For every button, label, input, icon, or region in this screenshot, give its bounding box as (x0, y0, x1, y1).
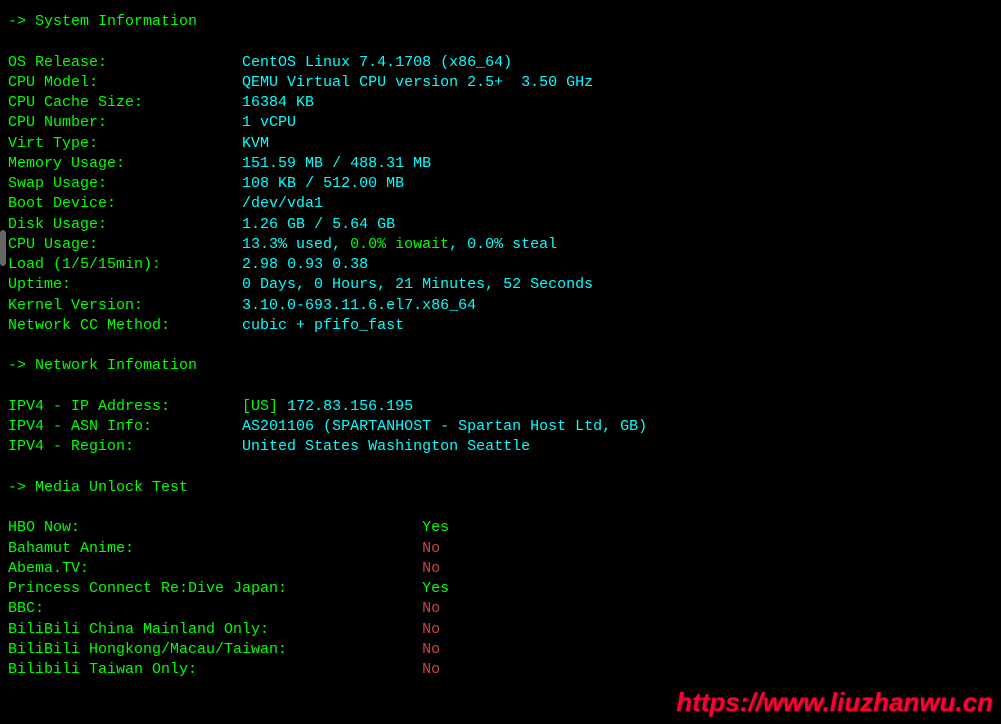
value-load-15: 0.38 (332, 256, 368, 273)
media-row: HBO Now: Yes (8, 518, 993, 538)
value-cpu-iowait: 0.0% iowait (350, 236, 449, 253)
media-result: No (422, 621, 440, 638)
value-cpu-steal: 0.0% steal (467, 236, 557, 253)
label-cpu-model: CPU Model: (8, 74, 242, 91)
media-row: Princess Connect Re:Dive Japan: Yes (8, 579, 993, 599)
media-result: No (422, 661, 440, 678)
media-result: No (422, 641, 440, 658)
media-label: HBO Now: (8, 519, 422, 536)
media-result: No (422, 540, 440, 557)
value-ipv4-country: [US] (242, 398, 287, 415)
value-virt-type: KVM (242, 135, 269, 152)
scrollbar-thumb[interactable] (0, 230, 6, 266)
value-swap-total: 512.00 MB (323, 175, 404, 192)
media-label: BiliBili Hongkong/Macau/Taiwan: (8, 641, 422, 658)
media-row: Bahamut Anime: No (8, 539, 993, 559)
media-row: Abema.TV: No (8, 559, 993, 579)
media-label: Bahamut Anime: (8, 540, 422, 557)
media-label: Bilibili Taiwan Only: (8, 661, 422, 678)
value-cpu-cache: 16384 KB (242, 94, 314, 111)
terminal-output: -> System Information OS Release: CentOS… (8, 12, 993, 680)
label-cpu-usage: CPU Usage: (8, 236, 242, 253)
media-result: Yes (422, 580, 449, 597)
section-header-system: -> System Information (8, 13, 197, 30)
label-os-release: OS Release: (8, 54, 242, 71)
media-result: No (422, 600, 440, 617)
value-load-5: 0.93 (287, 256, 332, 273)
value-cpu-model: QEMU Virtual CPU version 2.5+ 3.50 GHz (242, 74, 593, 91)
label-swap: Swap Usage: (8, 175, 242, 192)
value-memory-used: 151.59 MB (242, 155, 323, 172)
value-disk-used: 1.26 GB (242, 216, 305, 233)
value-kernel: 3.10.0-693.11.6.el7.x86_64 (242, 297, 476, 314)
media-result: No (422, 560, 440, 577)
section-header-media: -> Media Unlock Test (8, 479, 188, 496)
value-cpu-used: 13.3% used (242, 236, 332, 253)
value-ipv4-region: United States Washington Seattle (242, 438, 530, 455)
value-ipv4-address: 172.83.156.195 (287, 398, 413, 415)
value-swap-used: 108 KB (242, 175, 296, 192)
media-label: Abema.TV: (8, 560, 422, 577)
value-uptime: 0 Days, 0 Hours, 21 Minutes, 52 Seconds (242, 276, 593, 293)
media-label: BiliBili China Mainland Only: (8, 621, 422, 638)
media-label: BBC: (8, 600, 422, 617)
label-kernel: Kernel Version: (8, 297, 242, 314)
label-ipv4-address: IPV4 - IP Address: (8, 398, 242, 415)
value-disk-total: 5.64 GB (332, 216, 395, 233)
label-ipv4-region: IPV4 - Region: (8, 438, 242, 455)
value-os-release: CentOS Linux 7.4.1708 (x86_64) (242, 54, 512, 71)
media-row: BBC: No (8, 599, 993, 619)
media-row: Bilibili Taiwan Only: No (8, 660, 993, 680)
label-uptime: Uptime: (8, 276, 242, 293)
label-disk-usage: Disk Usage: (8, 216, 242, 233)
media-label: Princess Connect Re:Dive Japan: (8, 580, 422, 597)
section-header-network: -> Network Infomation (8, 357, 197, 374)
value-cpu-number: 1 vCPU (242, 114, 296, 131)
label-virt-type: Virt Type: (8, 135, 242, 152)
label-cpu-cache: CPU Cache Size: (8, 94, 242, 111)
media-result: Yes (422, 519, 449, 536)
media-row: BiliBili China Mainland Only: No (8, 620, 993, 640)
value-ipv4-asn: AS201106 (SPARTANHOST - Spartan Host Ltd… (242, 418, 647, 435)
value-cc-method: cubic + pfifo_fast (242, 317, 404, 334)
label-ipv4-asn: IPV4 - ASN Info: (8, 418, 242, 435)
label-cpu-number: CPU Number: (8, 114, 242, 131)
value-memory-total: 488.31 MB (350, 155, 431, 172)
watermark-url: https://www.liuzhanwu.cn (676, 685, 993, 720)
label-cc-method: Network CC Method: (8, 317, 242, 334)
media-unlock-list: HBO Now: YesBahamut Anime: NoAbema.TV: N… (8, 518, 993, 680)
value-load-1: 2.98 (242, 256, 287, 273)
media-row: BiliBili Hongkong/Macau/Taiwan: No (8, 640, 993, 660)
label-memory: Memory Usage: (8, 155, 242, 172)
label-boot-device: Boot Device: (8, 195, 242, 212)
label-load: Load (1/5/15min): (8, 256, 242, 273)
value-boot-device: /dev/vda1 (242, 195, 323, 212)
